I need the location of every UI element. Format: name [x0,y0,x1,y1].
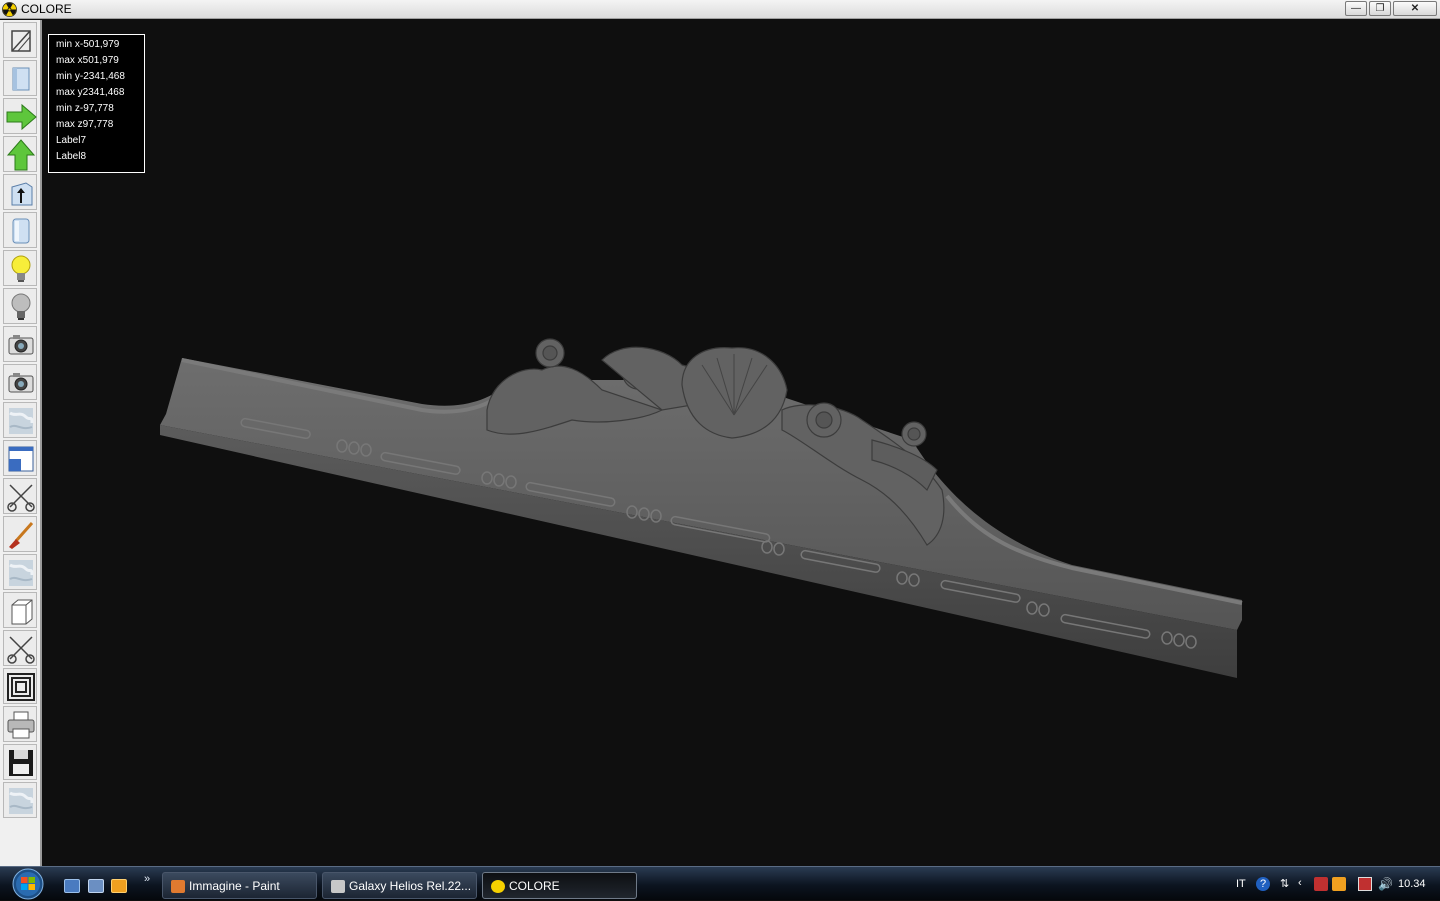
texture-3-button[interactable] [3,782,37,818]
info-line: Label8 [56,151,87,162]
quick-launch-more[interactable]: » [144,873,150,885]
rotate-up-button[interactable] [3,136,37,172]
save-button[interactable] [3,744,37,780]
camera-icon [8,373,34,393]
explorer-folder-icon [331,880,345,893]
show-desktop-icon[interactable] [64,879,80,893]
clock[interactable]: 10.34 [1398,878,1426,890]
marble-texture-icon [9,408,34,434]
taskbar: » Immagine - Paint Galaxy Helios Rel.22..… [0,866,1440,900]
switch-windows-icon[interactable] [88,879,104,893]
info-line: min z-97,778 [56,103,114,114]
lightbulb-on-icon [11,255,31,282]
language-indicator[interactable]: IT [1236,878,1246,890]
marble-texture-icon [9,788,34,814]
minimize-button[interactable]: — [1345,1,1367,16]
info-line: max y2341,468 [56,87,125,98]
start-button-icon[interactable] [8,868,48,900]
info-line: min y-2341,468 [56,71,125,82]
chevron-left-icon[interactable]: ‹ [1298,877,1312,891]
rotate-right-button[interactable] [3,98,37,134]
camera-icon [8,335,34,355]
taskbar-button-label: Immagine - Paint [189,879,280,893]
taskbar-button-3[interactable]: COLORE [482,872,637,899]
network-icon[interactable]: ⇅ [1280,877,1294,891]
print-button[interactable] [3,706,37,742]
close-button[interactable]: ✕ [1393,1,1437,16]
taskbar-button-label: Galaxy Helios Rel.22... [349,879,472,893]
floppy-disk-icon [9,750,33,776]
window-icon [8,446,34,472]
brush-icon [9,522,34,549]
texture-2-button[interactable] [3,554,37,590]
maximize-button[interactable]: ❐ [1369,1,1391,16]
tool-palette [0,20,42,866]
wireframe-view-button[interactable] [3,22,37,58]
solid-box-icon [12,67,30,91]
info-line: max x501,979 [56,55,119,66]
solid-view-button[interactable] [3,60,37,96]
cornice-model[interactable] [42,20,1440,866]
taskbar-button-1[interactable]: Immagine - Paint [162,872,317,899]
paint-button[interactable] [3,516,37,552]
green-arrow-up-icon [6,139,36,171]
radiation-icon [491,880,505,893]
paint-icon [171,880,185,893]
taskbar-button-2[interactable]: Galaxy Helios Rel.22... [322,872,477,899]
marble-texture-icon [9,560,34,586]
lightbulb-off-icon [11,293,31,320]
printer-icon [7,711,35,739]
wireframe-box-icon [11,30,31,52]
box-arrow-icon [11,182,33,206]
plain-box-icon [11,599,33,625]
cylinder-icon [12,218,30,244]
frame-button[interactable] [3,668,37,704]
green-arrow-right-icon [6,103,37,131]
extrude-button[interactable] [3,174,37,210]
3d-viewport[interactable] [42,20,1440,866]
volume-icon[interactable]: 🔊 [1378,877,1393,891]
cut-2-button[interactable] [3,630,37,666]
window-layout-button[interactable] [3,440,37,476]
snapshot-button[interactable] [3,326,37,362]
cylinder-view-button[interactable] [3,212,37,248]
window-title: COLORE [21,2,72,16]
info-line: max z97,778 [56,119,114,130]
help-icon[interactable]: ? [1256,877,1270,891]
monitor-icon[interactable] [1358,877,1372,891]
scissors-icon [7,484,35,512]
texture-1-button[interactable] [3,402,37,438]
plain-box-button[interactable] [3,592,37,628]
taskbar-button-label: COLORE [509,879,560,893]
scissors-icon [7,636,35,664]
security-icon[interactable] [1314,877,1328,891]
model-info-panel: min x-501,979 max x501,979 min y-2341,468 m… [48,34,145,173]
media-player-icon[interactable] [111,879,127,893]
light-on-button[interactable] [3,250,37,286]
concentric-frame-icon [7,673,35,701]
radiation-icon [2,2,17,17]
info-line: min x-501,979 [56,39,120,50]
snapshot-2-button[interactable] [3,364,37,400]
alert-icon[interactable] [1332,877,1346,891]
system-tray: IT ? ⇅ ‹ 🔊 10.34 [1230,867,1440,901]
light-off-button[interactable] [3,288,37,324]
cut-button[interactable] [3,478,37,514]
title-bar: COLORE — ❐ ✕ [0,0,1440,19]
info-line: Label7 [56,135,87,146]
